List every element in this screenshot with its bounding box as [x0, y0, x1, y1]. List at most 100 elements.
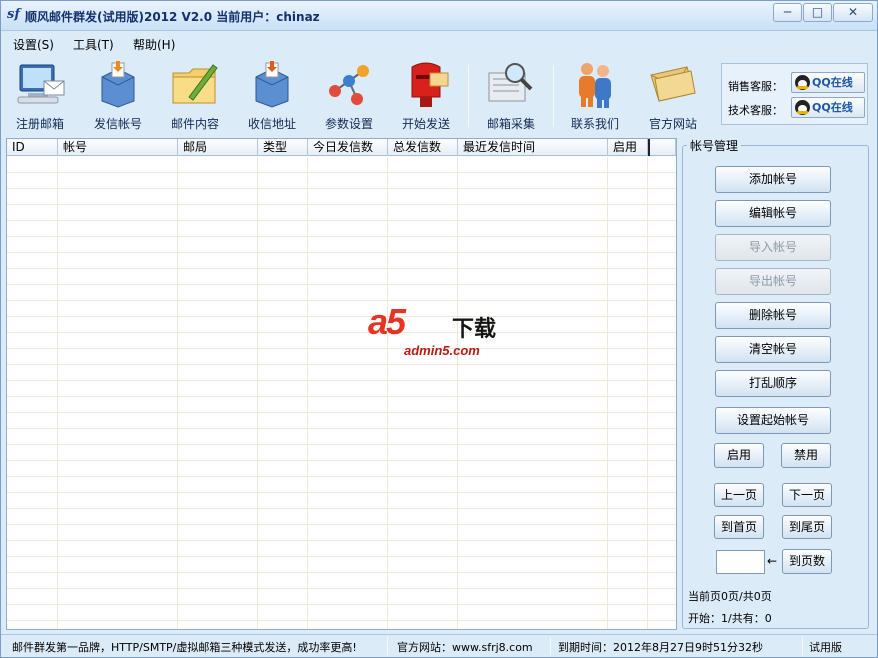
disable-button[interactable]: 禁用 — [781, 443, 831, 468]
status-separator — [387, 637, 388, 655]
support-panel: 销售客服： QQ在线 技术客服： QQ在线 — [721, 63, 868, 125]
grid-line — [257, 157, 258, 629]
tool-label: 邮件内容 — [170, 117, 219, 131]
menu-settings[interactable]: 设置(S) — [13, 36, 54, 53]
column-header-id[interactable]: ID — [7, 139, 58, 156]
status-edition: 试用版 — [809, 641, 842, 654]
main-window: sf 顺风邮件群发(试用版)2012 V2.0 当前用户：chinaz ─ □ … — [0, 0, 878, 658]
menu-tools[interactable]: 工具(T) — [73, 36, 114, 53]
shuffle-order-button[interactable]: 打乱顺序 — [715, 370, 831, 397]
window-title: 顺风邮件群发(试用版)2012 V2.0 当前用户：chinaz — [25, 10, 320, 24]
watermark-suffix: 下载 — [452, 317, 497, 342]
grid-line — [307, 157, 308, 629]
status-expiry: 到期时间：2012年8月27日9时51分32秒 — [558, 641, 763, 654]
qq-penguin-icon — [795, 75, 810, 90]
arrow-left-icon: ← — [767, 554, 778, 568]
tool-label: 联系我们 — [570, 117, 619, 131]
qq-penguin-icon — [795, 100, 810, 115]
go-to-page-button[interactable]: 到页数 — [782, 549, 832, 574]
set-start-account-button[interactable]: 设置起始帐号 — [715, 407, 831, 434]
watermark-logo: a5 下载 admin5.com — [366, 301, 516, 361]
column-header-type[interactable]: 类型 — [258, 139, 308, 156]
tool-label: 参数设置 — [324, 117, 373, 131]
start-info-text: 开始：1/共有：0 — [688, 612, 772, 625]
grid-line — [57, 157, 58, 629]
edit-account-button[interactable]: 编辑帐号 — [715, 200, 831, 227]
column-header-enabled[interactable]: 启用 — [608, 139, 648, 156]
column-header-today-sent[interactable]: 今日发信数 — [308, 139, 388, 156]
first-page-button[interactable]: 到首页 — [714, 515, 764, 539]
qq-button-label: QQ在线 — [812, 101, 853, 114]
watermark-brand: a5 — [368, 301, 406, 342]
computer-mail-icon — [17, 64, 65, 104]
mail-content-button[interactable]: 邮件内容 — [159, 59, 231, 135]
column-header-mail-server[interactable]: 邮局 — [178, 139, 258, 156]
mailbox-harvest-button[interactable]: 邮箱采集 — [475, 59, 547, 135]
menu-bar: 设置(S) 工具(T) 帮助(H) — [1, 32, 877, 54]
tool-label: 开始发送 — [401, 117, 450, 131]
sales-qq-button[interactable]: QQ在线 — [791, 72, 865, 93]
page-number-input[interactable] — [716, 550, 765, 574]
toolbar-separator — [553, 65, 554, 127]
register-mailbox-button[interactable]: 注册邮箱 — [4, 59, 76, 135]
folder-pen-icon — [172, 64, 218, 104]
status-website[interactable]: 官方网站：www.sfrj8.com — [397, 639, 533, 655]
app-logo-icon: sf — [7, 7, 20, 22]
recipient-addresses-button[interactable]: 收信地址 — [236, 59, 308, 135]
last-page-button[interactable]: 到尾页 — [782, 515, 832, 539]
maximize-button[interactable]: □ — [803, 3, 832, 22]
status-slogan: 邮件群发第一品牌，HTTP/SMTP/虚拟邮箱三种模式发送，成功率更高! — [12, 641, 357, 654]
next-page-button[interactable]: 下一页 — [782, 483, 832, 507]
status-bar: 邮件群发第一品牌，HTTP/SMTP/虚拟邮箱三种模式发送，成功率更高! 官方网… — [1, 634, 877, 657]
start-sending-button[interactable]: 开始发送 — [390, 59, 462, 135]
column-header-extra[interactable] — [648, 139, 676, 156]
enable-button[interactable]: 启用 — [714, 443, 764, 468]
mailbox-icon — [411, 62, 449, 107]
account-management-title: 帐号管理 — [687, 137, 742, 154]
column-header-last-sent-time[interactable]: 最近发信时间 — [458, 139, 608, 156]
sales-support-label: 销售客服： — [728, 80, 783, 93]
title-bar[interactable]: sf 顺风邮件群发(试用版)2012 V2.0 当前用户：chinaz ─ □ … — [1, 1, 877, 31]
people-icon — [579, 63, 611, 108]
watermark-url: admin5.com — [404, 343, 480, 358]
tool-label: 发信帐号 — [93, 117, 142, 131]
tool-label: 官方网站 — [648, 117, 697, 131]
column-header-account[interactable]: 帐号 — [58, 139, 178, 156]
official-website-button[interactable]: 官方网站 — [637, 59, 709, 135]
grid-line — [647, 157, 648, 629]
sender-accounts-button[interactable]: 发信帐号 — [82, 59, 154, 135]
export-accounts-button[interactable]: 导出帐号 — [715, 268, 831, 295]
tool-label: 邮箱采集 — [486, 117, 535, 131]
envelope-icon — [650, 66, 696, 102]
minimize-button[interactable]: ─ — [773, 3, 802, 22]
page-info-text: 当前页0页/共0页 — [688, 590, 772, 603]
ballot-box-icon — [255, 61, 289, 108]
table-body[interactable] — [7, 157, 676, 629]
clear-accounts-button[interactable]: 清空帐号 — [715, 336, 831, 363]
prev-page-button[interactable]: 上一页 — [714, 483, 764, 507]
menu-help[interactable]: 帮助(H) — [133, 36, 175, 53]
import-accounts-button[interactable]: 导入帐号 — [715, 234, 831, 261]
molecule-icon — [329, 65, 369, 105]
add-account-button[interactable]: 添加帐号 — [715, 166, 831, 193]
grid-line — [387, 157, 388, 629]
column-header-total-sent[interactable]: 总发信数 — [388, 139, 458, 156]
status-separator — [802, 637, 803, 655]
grid-line — [457, 157, 458, 629]
delete-account-button[interactable]: 删除帐号 — [715, 302, 831, 329]
qq-button-label: QQ在线 — [812, 76, 853, 89]
grid-line — [607, 157, 608, 629]
newspaper-magnifier-icon — [488, 63, 533, 102]
toolbar: 注册邮箱 发信帐号 邮件内容 收信地址 参数设置 开始发送 邮箱采集 联系我们 … — [1, 55, 877, 135]
ballot-box-icon — [101, 61, 135, 108]
tech-support-label: 技术客服： — [728, 104, 783, 117]
accounts-table[interactable]: ID 帐号 邮局 类型 今日发信数 总发信数 最近发信时间 启用 — [6, 138, 677, 630]
grid-line — [177, 157, 178, 629]
parameter-settings-button[interactable]: 参数设置 — [313, 59, 385, 135]
status-separator — [550, 637, 551, 655]
tool-label: 收信地址 — [247, 117, 296, 131]
contact-us-button[interactable]: 联系我们 — [559, 59, 631, 135]
table-header: ID 帐号 邮局 类型 今日发信数 总发信数 最近发信时间 启用 — [7, 139, 676, 156]
tech-qq-button[interactable]: QQ在线 — [791, 97, 865, 118]
close-button[interactable]: ✕ — [833, 3, 873, 22]
